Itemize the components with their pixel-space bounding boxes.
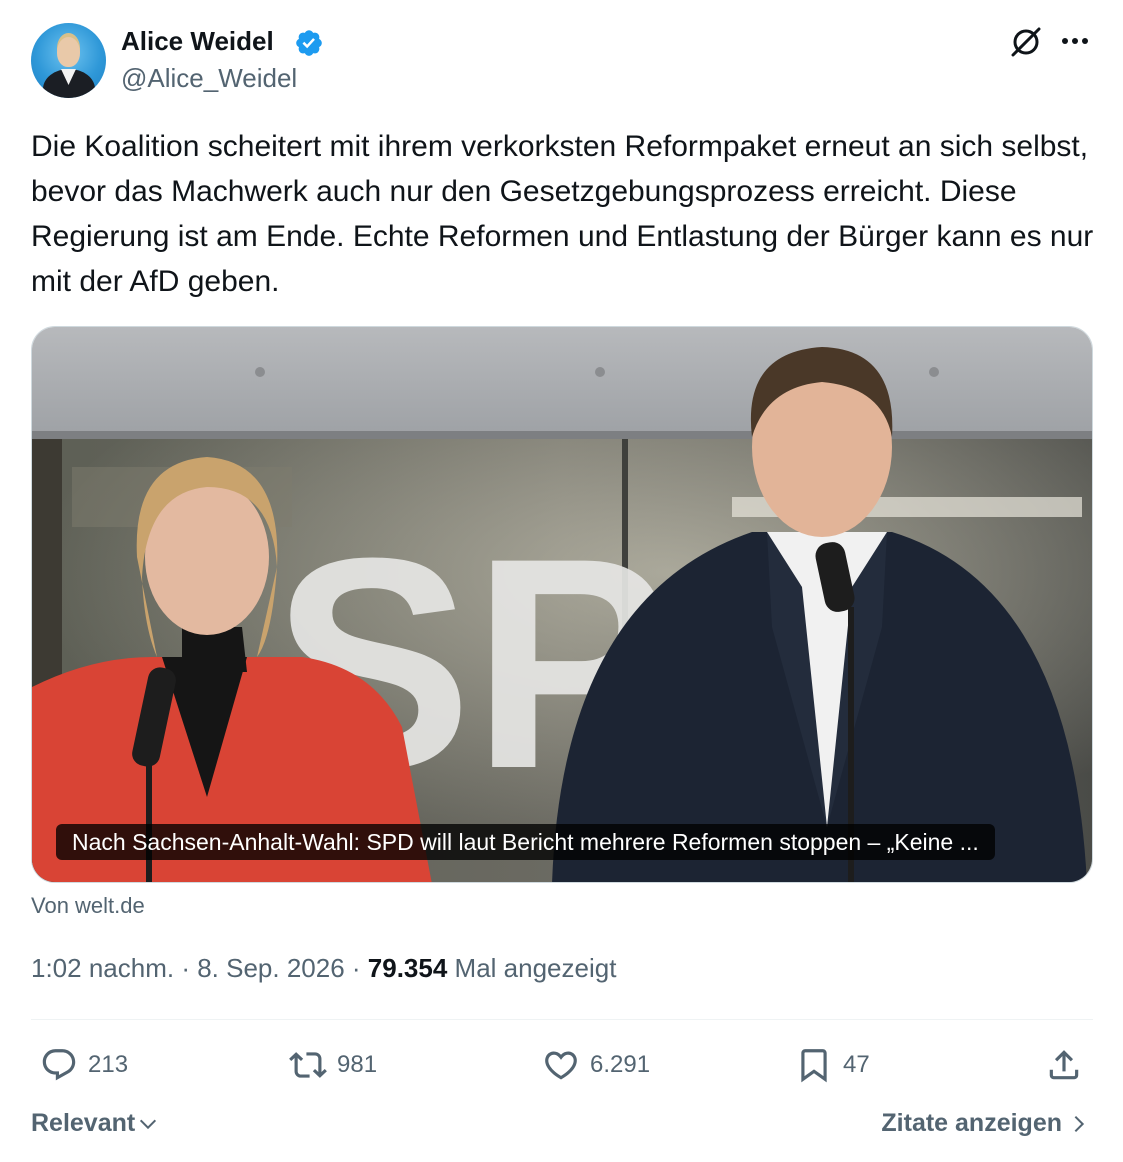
bookmark-count: 47 bbox=[843, 1051, 870, 1078]
share-icon bbox=[1049, 1050, 1079, 1080]
reply-icon bbox=[42, 1049, 76, 1081]
tweet-text: Die Koalition scheitert mit ihrem verkor… bbox=[31, 130, 1094, 298]
retweet-button[interactable]: 981 bbox=[289, 1045, 377, 1085]
link-card-image: SP bbox=[32, 327, 1092, 882]
retweet-icon bbox=[289, 1052, 327, 1078]
reply-count: 213 bbox=[88, 1051, 129, 1078]
tweet-time[interactable]: 1:02 nachm. bbox=[31, 953, 174, 983]
link-card[interactable]: SP Nach Sachsen-Anhalt-Wahl: SPD will la… bbox=[31, 326, 1093, 883]
author-handle[interactable]: @Alice_Weidel bbox=[121, 63, 297, 94]
chevron-right-icon bbox=[1074, 1115, 1085, 1132]
divider bbox=[31, 1019, 1093, 1020]
verified-badge-icon bbox=[296, 30, 322, 56]
quotes-label: Zitate anzeigen bbox=[881, 1109, 1062, 1137]
share-button[interactable] bbox=[1045, 1045, 1083, 1085]
view-quotes-link[interactable]: Zitate anzeigen bbox=[881, 1109, 1090, 1138]
views-count: 79.354 bbox=[367, 953, 448, 983]
bookmark-button[interactable]: 47 bbox=[795, 1045, 870, 1085]
author-name[interactable]: Alice Weidel bbox=[121, 26, 274, 57]
tweet-meta: 1:02 nachm. · 8. Sep. 2026 · 79.354 Mal … bbox=[31, 953, 616, 984]
reply-button[interactable]: 213 bbox=[40, 1045, 128, 1085]
like-icon bbox=[545, 1051, 577, 1080]
more-icon[interactable] bbox=[1058, 28, 1092, 54]
like-count: 6.291 bbox=[590, 1051, 651, 1078]
meta-separator: · bbox=[344, 953, 368, 983]
bookmark-icon bbox=[801, 1049, 827, 1083]
like-button[interactable]: 6.291 bbox=[542, 1045, 650, 1085]
views-label: Mal angezeigt bbox=[447, 953, 617, 983]
sort-dropdown[interactable]: Relevant bbox=[31, 1109, 159, 1138]
tweet-date[interactable]: 8. Sep. 2026 bbox=[197, 953, 344, 983]
link-card-title: Nach Sachsen-Anhalt-Wahl: SPD will laut … bbox=[56, 824, 995, 860]
avatar[interactable] bbox=[31, 23, 106, 98]
sort-label: Relevant bbox=[31, 1109, 136, 1137]
meta-separator: · bbox=[174, 953, 198, 983]
grok-icon[interactable] bbox=[1008, 24, 1044, 60]
link-source[interactable]: Von welt.de bbox=[31, 893, 145, 919]
retweet-count: 981 bbox=[337, 1051, 378, 1078]
chevron-down-icon bbox=[140, 1119, 157, 1129]
